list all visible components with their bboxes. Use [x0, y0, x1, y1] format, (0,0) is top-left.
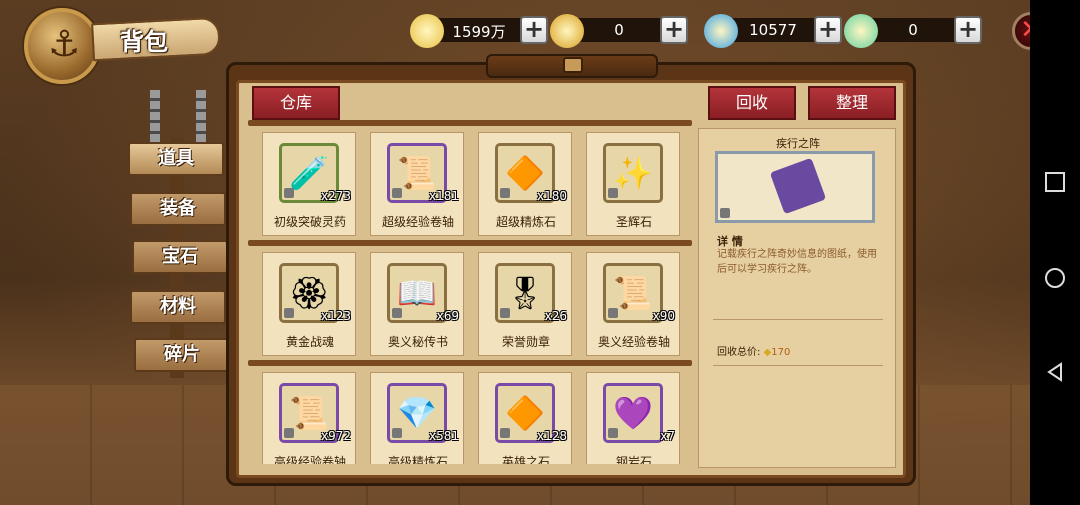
item-quantity: x181 — [428, 189, 459, 203]
item-card[interactable]: 📜 x972 高级经验卷轴 — [262, 372, 356, 464]
item-icon: ✨ — [603, 143, 663, 203]
sort-button[interactable]: 整理 — [808, 86, 896, 120]
lock-icon — [608, 188, 618, 198]
item-icon: 💜 — [603, 383, 663, 443]
diamond-icon — [704, 14, 738, 48]
home-button[interactable] — [1045, 268, 1065, 288]
add-diamond-button[interactable]: + — [814, 16, 842, 44]
gold-icon — [410, 14, 444, 48]
recycle-total-label: 回收总价: — [717, 347, 761, 358]
item-name: 黄金战魂 — [285, 335, 334, 349]
chest-icon — [563, 57, 583, 73]
tab-warehouse[interactable]: 仓库 — [252, 86, 340, 120]
scroll-icon — [769, 157, 827, 215]
item-quantity: x123 — [320, 309, 351, 323]
currency-value: 10577 — [749, 21, 797, 39]
item-name: 钢岩石 — [615, 455, 652, 464]
detail-description: 记载疾行之阵奇妙信息的图纸，使用后可以学习疾行之阵。 — [717, 249, 877, 275]
lock-icon — [392, 428, 402, 438]
item-quantity: x128 — [536, 429, 567, 443]
item-name: 初级突破灵药 — [273, 215, 346, 229]
item-name: 高级精炼石 — [387, 455, 448, 464]
item-quantity: x972 — [320, 429, 351, 443]
sidebar-item-1[interactable]: 装备 — [130, 192, 226, 226]
bag-emblem-icon: ⚓ — [24, 8, 100, 84]
item-detail-panel: 疾行之阵 详 情 记载疾行之阵奇妙信息的图纸，使用后可以学习疾行之阵。 回收总价… — [698, 128, 896, 468]
item-card[interactable]: 🔶 x180 超级精炼石 — [478, 132, 572, 236]
recycle-button[interactable]: 回收 — [708, 86, 796, 120]
chain-right — [196, 90, 206, 146]
item-quantity: x180 — [536, 189, 567, 203]
sidebar-item-4[interactable]: 碎片 — [134, 338, 230, 372]
lock-icon — [500, 188, 510, 198]
item-name: 奥义经验卷轴 — [597, 335, 670, 349]
item-card[interactable]: 💎 x581 高级精炼石 — [370, 372, 464, 464]
item-name: 高级经验卷轴 — [273, 455, 346, 464]
item-card[interactable]: 📖 x69 奥义秘传书 — [370, 252, 464, 356]
lock-icon — [500, 428, 510, 438]
item-card[interactable]: 🎖 x26 荣誉勋章 — [478, 252, 572, 356]
item-card[interactable]: ✨ 圣辉石 — [586, 132, 680, 236]
sidebar-item-2[interactable]: 宝石 — [132, 240, 228, 274]
back-button[interactable] — [1045, 362, 1065, 382]
recycle-total: 回收总价: ◆170 — [717, 343, 790, 358]
item-quantity: x7 — [660, 429, 675, 443]
item-card[interactable]: 💜 x7 钢岩石 — [586, 372, 680, 464]
item-card[interactable]: 🧪 x273 初级突破灵药 — [262, 132, 356, 236]
anchor-icon: ⚓ — [48, 24, 81, 65]
divider — [713, 365, 883, 366]
lock-icon — [392, 308, 402, 318]
sidebar-item-0[interactable]: 道具 — [128, 142, 224, 176]
page-title: 背包 — [120, 28, 168, 56]
sidebar-item-3[interactable]: 材料 — [130, 290, 226, 324]
item-name: 荣誉勋章 — [501, 335, 550, 349]
currency-value: 1599万 — [452, 23, 506, 41]
add-coin-button[interactable]: + — [660, 16, 688, 44]
item-grid: 🧪 x273 初级突破灵药 📜 x181 超级经验卷轴 🔶 x180 超级精炼石 ✨ 圣辉石 🏵 x12… — [248, 118, 692, 464]
recents-button[interactable] — [1045, 172, 1065, 192]
shelf — [248, 360, 692, 366]
shelf — [248, 120, 692, 126]
recycle-total-value: 170 — [771, 347, 791, 358]
item-name: 超级经验卷轴 — [381, 215, 454, 229]
shelf — [248, 240, 692, 246]
item-name: 超级精炼石 — [495, 215, 556, 229]
item-card[interactable]: 📜 x181 超级经验卷轴 — [370, 132, 464, 236]
item-quantity: x69 — [436, 309, 459, 323]
detail-title: 疾行之阵 — [776, 137, 820, 150]
item-quantity: x26 — [544, 309, 567, 323]
item-card[interactable]: 🔶 x128 英雄之石 — [478, 372, 572, 464]
coin-icon — [550, 14, 584, 48]
item-card[interactable]: 📜 x90 奥义经验卷轴 — [586, 252, 680, 356]
system-nav-bar — [1030, 0, 1080, 505]
item-card[interactable]: 🏵 x123 黄金战魂 — [262, 252, 356, 356]
detail-item-image — [715, 151, 875, 223]
lock-icon — [500, 308, 510, 318]
add-gem-button[interactable]: + — [954, 16, 982, 44]
add-gold-button[interactable]: + — [520, 16, 548, 44]
lock-icon — [392, 188, 402, 198]
lock-icon — [608, 428, 618, 438]
item-quantity: x273 — [320, 189, 351, 203]
currency-value: 0 — [614, 21, 624, 39]
item-name: 英雄之石 — [501, 455, 550, 464]
lock-icon — [720, 208, 730, 218]
lock-icon — [608, 308, 618, 318]
chain-left — [150, 90, 160, 146]
lock-icon — [284, 428, 294, 438]
item-name: 奥义秘传书 — [387, 335, 448, 349]
divider — [713, 319, 883, 320]
lock-icon — [284, 188, 294, 198]
item-quantity: x90 — [652, 309, 675, 323]
item-quantity: x581 — [428, 429, 459, 443]
gem-icon — [844, 14, 878, 48]
lock-icon — [284, 308, 294, 318]
currency-value: 0 — [908, 21, 918, 39]
item-name: 圣辉石 — [615, 215, 652, 229]
